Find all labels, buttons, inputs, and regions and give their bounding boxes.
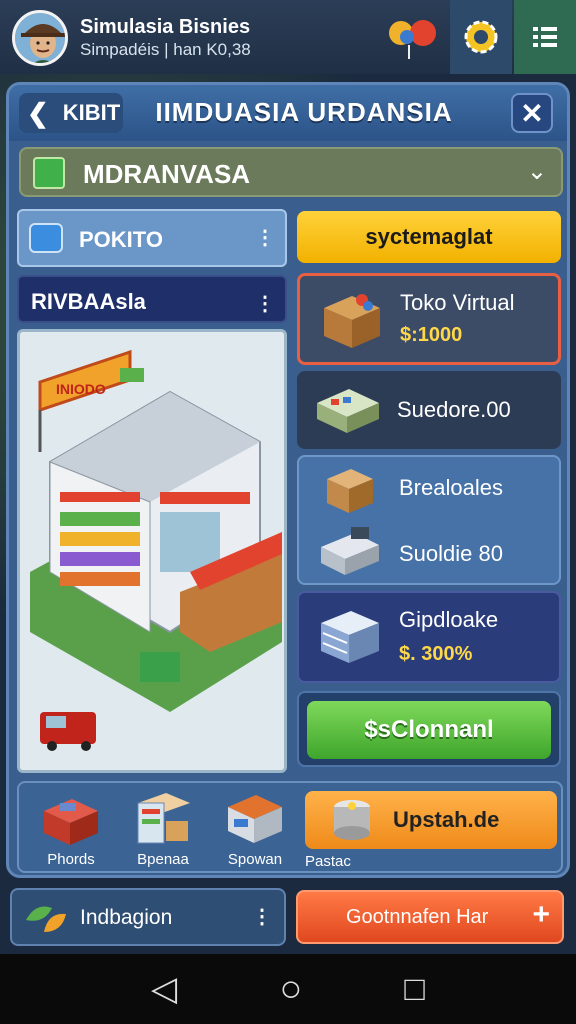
chevron-down-icon: ⌄ (526, 158, 547, 185)
leaf-icon (26, 906, 66, 932)
item-name: Suoldie 80 (399, 541, 503, 566)
settings-button[interactable] (450, 0, 512, 74)
plus-icon: + (532, 898, 550, 931)
upgrade-button[interactable]: Upstah.de (305, 791, 557, 849)
package-icon (327, 469, 373, 513)
avatar-portrait-icon (15, 13, 65, 63)
shelf-label: Phords (47, 851, 95, 868)
player-subtitle: Simpadéis | han K0,38 (80, 40, 251, 59)
tab-pokito[interactable]: POKITO ⋮ (17, 209, 287, 267)
upgrade-icon (334, 800, 370, 840)
system-nav-bar: ◁ ○ □ (0, 954, 576, 1024)
menu-button[interactable] (514, 0, 576, 74)
shelf-label: Spowan (227, 851, 283, 868)
category-label: MDRANVASA (83, 159, 251, 189)
action-button[interactable]: Gootnnafen Har + (296, 890, 564, 944)
shelves-icon (137, 793, 190, 844)
shelf-label: Bpenaa (137, 851, 189, 868)
tab-label: RIVBAAsla (31, 289, 146, 314)
store-icon (228, 795, 282, 843)
balloon-icon (389, 20, 436, 59)
back-button[interactable]: ❮ KIBIT (19, 93, 123, 133)
isometric-store-illustration: INIODO (20, 332, 284, 770)
panel-title: IIMDUASIA URDANSIA (155, 97, 453, 127)
player-avatar[interactable] (12, 10, 68, 66)
nav-home-icon[interactable]: ○ (279, 968, 302, 1011)
category-icon (33, 157, 65, 189)
item-name: Brealoales (399, 475, 503, 500)
close-icon: ✕ (520, 97, 544, 129)
nav-recent-icon[interactable]: □ (404, 970, 425, 1009)
category-shelf: Phords Bpenaa Spowan Pastac Upstah.de (17, 781, 563, 873)
store-preview[interactable]: INIODO (17, 329, 287, 773)
more-options-icon[interactable]: ⋮ (255, 291, 275, 316)
item-card-brealoales[interactable]: Brealoales Suoldie 80 (297, 455, 561, 585)
item-price: $. 300% (399, 643, 473, 665)
gift-balloon-button[interactable] (382, 0, 442, 74)
shelf-item-bpenaa[interactable]: Bpenaa (125, 789, 201, 868)
cash-register-icon (321, 527, 379, 575)
system-button[interactable]: syctemaglat (297, 211, 561, 263)
back-label: KIBIT (62, 100, 121, 125)
more-options-icon[interactable]: ⋮ (252, 904, 272, 929)
inventory-label: Indbagion (80, 906, 173, 929)
more-options-icon[interactable]: ⋮ (255, 225, 275, 250)
upgrade-label: Upstah.de (393, 807, 500, 832)
shelf-item-spowan[interactable]: Spowan (217, 789, 293, 868)
close-button[interactable]: ✕ (511, 93, 553, 133)
shelf-label-pastac[interactable]: Pastac (305, 853, 375, 870)
item-name: Gipdloake (399, 607, 499, 632)
tab-rivbaasla[interactable]: RIVBAAsla ⋮ (17, 275, 287, 323)
store-sign-text: INIODO (56, 381, 106, 397)
server-icon (321, 611, 379, 663)
tab-label: POKITO (79, 227, 163, 252)
box-icon (324, 294, 380, 348)
category-dropdown[interactable]: MDRANVASA ⌄ (19, 147, 563, 197)
player-name: Simulasia Bisnies (80, 16, 251, 38)
item-price: $:1000 (400, 324, 463, 346)
nav-back-icon[interactable]: ◁ (151, 969, 177, 1009)
item-card-gipdloake[interactable]: Gipdloake $. 300% (297, 591, 561, 683)
action-label: Gootnnafen Har (346, 906, 489, 928)
top-bar: Simulasia Bisnies Simpadéis | han K0,38 (0, 0, 576, 74)
shelf-box-icon (317, 389, 379, 433)
gear-icon (464, 20, 498, 54)
chevron-left-icon: ❮ (27, 97, 49, 128)
confirm-button[interactable]: $sClonnanl (307, 701, 551, 759)
bag-icon (29, 223, 63, 253)
inventory-button[interactable]: Indbagion ⋮ (10, 888, 286, 946)
item-name: Suedore.00 (397, 397, 511, 422)
product-box-icon (44, 799, 98, 845)
list-menu-icon (533, 27, 557, 47)
shop-panel: ❮ KIBIT IIMDUASIA URDANSIA ✕ MDRANVASA ⌄… (6, 82, 570, 878)
item-card-toko-virtual[interactable]: Toko Virtual $:1000 (297, 273, 561, 365)
shelf-item-phords[interactable]: Phords (33, 789, 109, 868)
item-name: Toko Virtual (400, 290, 515, 315)
panel-header: ❮ KIBIT IIMDUASIA URDANSIA ✕ (9, 85, 567, 141)
confirm-button-frame: $sClonnanl (297, 691, 561, 767)
item-card-suedore[interactable]: Suedore.00 (297, 371, 561, 449)
